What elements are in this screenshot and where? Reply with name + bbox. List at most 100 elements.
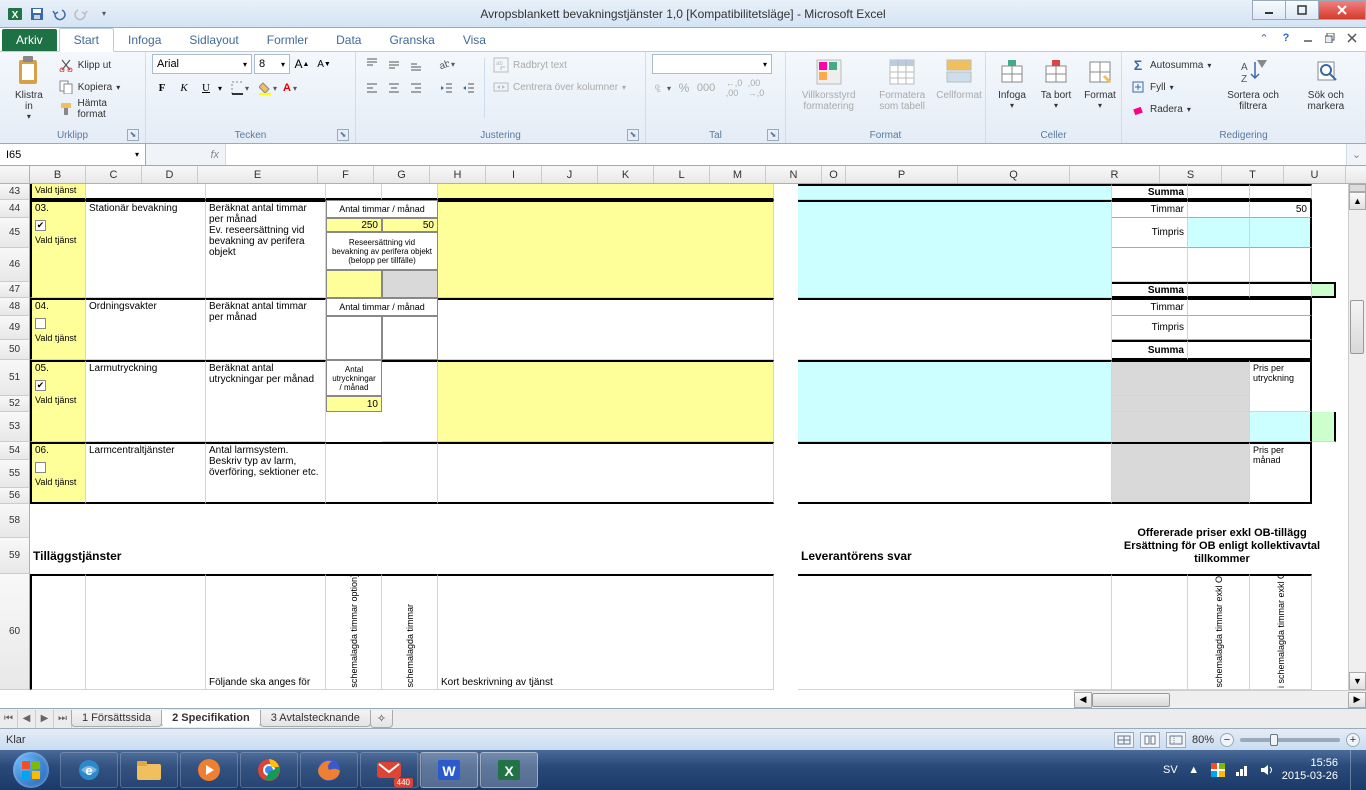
mdi-min-icon[interactable] xyxy=(1300,30,1316,46)
align-middle-icon[interactable] xyxy=(384,54,404,74)
percent-icon[interactable]: % xyxy=(674,78,694,98)
checkbox-03[interactable]: ✔ xyxy=(35,220,46,231)
col-head[interactable]: B xyxy=(30,166,86,183)
cell[interactable] xyxy=(798,298,1112,360)
bold-icon[interactable]: F xyxy=(152,78,172,98)
col-head[interactable]: M xyxy=(710,166,766,183)
cell[interactable] xyxy=(382,270,438,298)
cell[interactable]: Offererade priser exkl OB-tillägg Ersätt… xyxy=(1112,518,1332,574)
copy-button[interactable]: Kopiera▾ xyxy=(56,76,139,98)
split-handle[interactable] xyxy=(1349,184,1366,192)
scroll-down-icon[interactable]: ▼ xyxy=(1349,672,1366,690)
align-right-icon[interactable] xyxy=(406,78,426,98)
col-head[interactable]: D xyxy=(142,166,198,183)
zoom-level[interactable]: 80% xyxy=(1192,734,1214,746)
cell[interactable]: Beräknat antal utryckningar per månad xyxy=(206,360,326,442)
row-head[interactable]: 53 xyxy=(0,412,30,442)
page-break-view-icon[interactable] xyxy=(1166,732,1186,748)
fill-color-icon[interactable] xyxy=(258,78,278,98)
tray-volume-icon[interactable] xyxy=(1258,762,1274,778)
font-dialog-icon[interactable]: ⬊ xyxy=(337,129,349,141)
italic-icon[interactable]: K xyxy=(174,78,194,98)
col-head[interactable]: R xyxy=(1070,166,1160,183)
file-tab[interactable]: Arkiv xyxy=(2,29,57,51)
cell[interactable]: Summa xyxy=(1112,282,1188,298)
cell[interactable]: 50 xyxy=(1250,200,1312,218)
tab-infoga[interactable]: Infoga xyxy=(114,29,175,51)
show-desktop-button[interactable] xyxy=(1350,750,1360,790)
cell[interactable]: Pris per utryckning xyxy=(1250,360,1312,412)
number-dialog-icon[interactable]: ⬊ xyxy=(767,129,779,141)
checkbox-06[interactable] xyxy=(35,462,46,473)
cell[interactable] xyxy=(1188,282,1250,298)
paste-button[interactable]: Klistra in▾ xyxy=(6,54,52,123)
fx-icon[interactable]: fx xyxy=(210,149,219,161)
cell[interactable]: Beräknat antal timmar per månad xyxy=(206,298,326,360)
formula-input[interactable] xyxy=(226,144,1346,165)
format-cells-button[interactable]: Format▾ xyxy=(1080,54,1120,112)
indent-decrease-icon[interactable] xyxy=(436,78,456,98)
col-head[interactable]: S xyxy=(1160,166,1222,183)
taskbar-chrome[interactable] xyxy=(240,752,298,788)
cell[interactable] xyxy=(1188,316,1312,340)
row-head[interactable]: 60 xyxy=(0,574,30,690)
cell[interactable]: Pris per månad xyxy=(1250,442,1312,504)
col-head[interactable]: T xyxy=(1222,166,1284,183)
first-sheet-icon[interactable]: ⏮ xyxy=(0,710,18,728)
scroll-up-icon[interactable]: ▲ xyxy=(1349,192,1366,210)
inc-decimal-icon[interactable]: ←,0,00 xyxy=(724,78,744,98)
cell[interactable] xyxy=(1112,442,1250,504)
cut-button[interactable]: Klipp ut xyxy=(56,54,139,76)
tab-data[interactable]: Data xyxy=(322,29,375,51)
align-top-icon[interactable] xyxy=(362,54,382,74)
cell[interactable]: Summa xyxy=(1112,184,1188,200)
font-color-icon[interactable]: A xyxy=(280,78,300,98)
row-head[interactable]: 43 xyxy=(0,184,30,200)
cell-styles-button[interactable]: Cellformat xyxy=(939,54,979,103)
cell[interactable] xyxy=(1250,248,1312,282)
cell[interactable] xyxy=(798,442,1112,504)
taskbar-excel[interactable]: X xyxy=(480,752,538,788)
cell[interactable]: 06. Vald tjänst xyxy=(30,442,86,504)
row-head[interactable]: 44 xyxy=(0,200,30,218)
cell[interactable] xyxy=(1250,184,1312,200)
save-icon[interactable] xyxy=(28,5,46,23)
maximize-button[interactable] xyxy=(1285,0,1319,20)
cell[interactable]: Summa xyxy=(1112,340,1188,360)
cell[interactable]: Vald tjänst xyxy=(30,184,86,200)
start-button[interactable] xyxy=(4,751,58,789)
new-sheet-icon[interactable]: ✧ xyxy=(370,710,393,728)
cell[interactable] xyxy=(1250,282,1312,298)
row-head[interactable]: 56 xyxy=(0,488,30,504)
cell[interactable] xyxy=(382,360,438,442)
checkbox-05[interactable]: ✔ xyxy=(35,380,46,391)
cell[interactable] xyxy=(438,442,774,504)
row-head[interactable]: 45 xyxy=(0,218,30,248)
scroll-right-icon[interactable]: ▶ xyxy=(1348,692,1366,708)
cell[interactable] xyxy=(382,184,438,200)
cell[interactable]: Timpris xyxy=(1112,218,1188,248)
number-format-combo[interactable]: ▾ xyxy=(652,54,772,74)
cell[interactable]: Stationär bevakning xyxy=(86,200,206,298)
row-head[interactable]: 46 xyxy=(0,248,30,282)
help-icon[interactable]: ? xyxy=(1278,30,1294,46)
row-head[interactable]: 52 xyxy=(0,396,30,412)
cell[interactable]: Leverantörens svar xyxy=(798,538,1112,574)
font-size-combo[interactable]: 8▾ xyxy=(254,54,290,74)
tab-granska[interactable]: Granska xyxy=(375,29,448,51)
format-as-table-button[interactable]: Formatera som tabell xyxy=(869,54,935,114)
cell[interactable]: Larmutryckning xyxy=(86,360,206,442)
row-head[interactable]: 51 xyxy=(0,360,30,396)
sort-filter-button[interactable]: AZSortera och filtrera xyxy=(1217,54,1288,114)
taskbar-word[interactable]: W xyxy=(420,752,478,788)
tab-sidlayout[interactable]: Sidlayout xyxy=(175,29,252,51)
underline-icon[interactable]: U xyxy=(196,78,216,98)
spreadsheet-grid[interactable]: B C D E F G H I J K L M N O P Q R S T U … xyxy=(0,166,1366,708)
cell[interactable] xyxy=(438,360,774,442)
sheet-tab[interactable]: 2 Specifikation xyxy=(161,710,261,727)
cell[interactable]: Antal timmar / månad xyxy=(326,200,438,218)
taskbar-mail[interactable]: 440 xyxy=(360,752,418,788)
cell[interactable] xyxy=(206,184,326,200)
tray-clock[interactable]: 15:56 2015-03-26 xyxy=(1282,757,1338,783)
cell[interactable] xyxy=(798,360,1112,442)
